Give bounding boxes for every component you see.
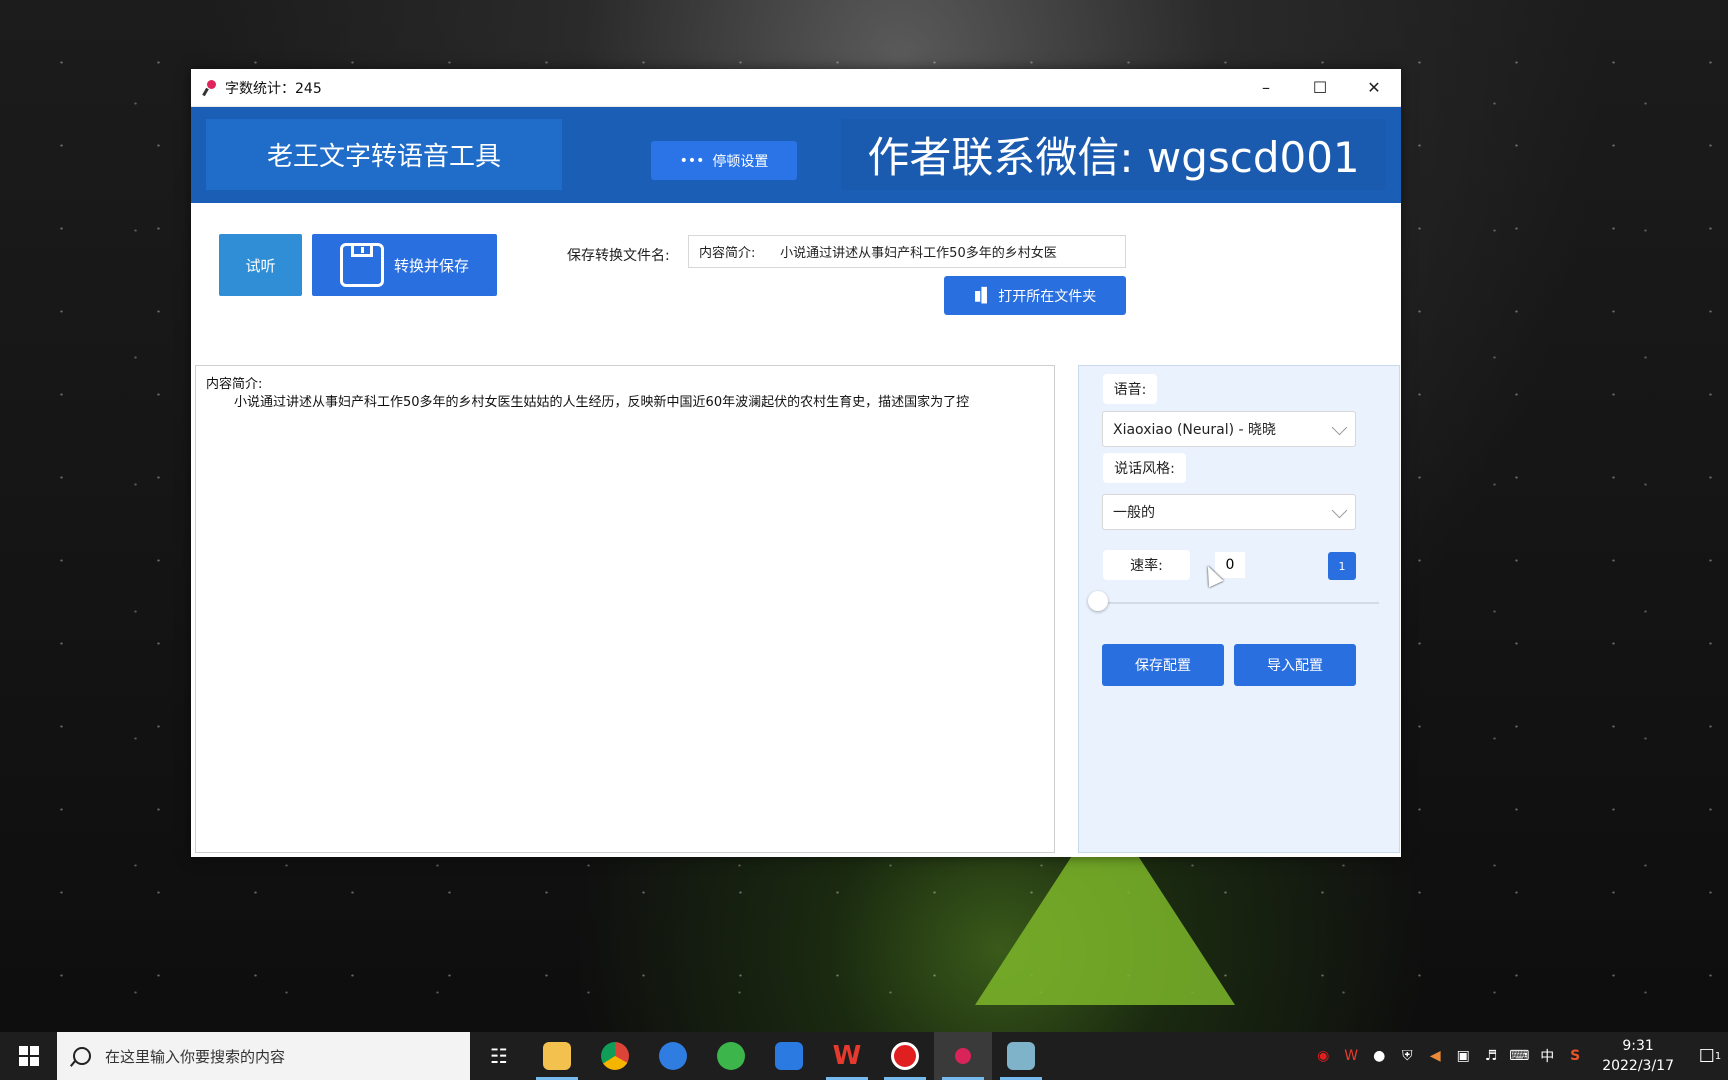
editor-line-1: 内容简介: [206,377,263,392]
window-title: 字数统计：245 [225,80,322,97]
window-controls: – ☐ ✕ [1239,69,1401,106]
author-contact: 作者联系微信: wgscd001 [841,119,1386,190]
style-label: 说话风格: [1103,453,1186,483]
notification-count: 1 [1714,1050,1722,1062]
microphone-tray-icon[interactable]: ● [1370,1047,1388,1065]
keyboard-icon[interactable]: ⌨ [1509,1047,1529,1065]
task-view-icon[interactable]: ☷ [470,1032,528,1080]
style-select[interactable]: 一般的 [1102,494,1356,530]
search-placeholder: 在这里输入你要搜索的内容 [105,1047,286,1066]
windows-logo-icon [18,1046,39,1066]
open-folder-label: 打开所在文件夹 [998,288,1097,305]
browser-e-icon[interactable] [702,1032,760,1080]
taskbar: 在这里输入你要搜索的内容 ☷ W ◉ W ● ⛨ ◀ ▣ ♬ ⌨ 中 S 9:3… [0,1032,1728,1080]
floppy-disk-icon [340,243,384,287]
voice-label: 语音: [1103,374,1157,404]
notification-icon[interactable]: ☐ 1 [1692,1032,1728,1080]
speaker-muted-icon[interactable]: ◀ [1426,1047,1444,1065]
network-icon[interactable]: ▣ [1454,1047,1472,1065]
save-config-button[interactable]: 保存配置 [1102,644,1224,686]
chrome-icon[interactable] [586,1032,644,1080]
voice-select[interactable]: Xiaoxiao (Neural) - 晓晓 [1102,411,1356,447]
wps-tray-icon[interactable]: W [1342,1047,1360,1065]
listen-button[interactable]: 试听 [219,234,302,296]
rate-reset-button[interactable]: 1 [1328,552,1356,580]
file-explorer-icon[interactable] [528,1032,586,1080]
clock-time: 9:31 [1622,1038,1654,1054]
voice-select-value: Xiaoxiao (Neural) - 晓晓 [1113,422,1277,438]
chevron-down-icon [1331,502,1348,519]
start-button[interactable] [0,1032,57,1080]
clock[interactable]: 9:31 2022/3/17 [1602,1036,1674,1076]
volume-icon[interactable]: ♬ [1482,1047,1500,1065]
title-bar[interactable]: 字数统计：245 – ☐ ✕ [191,69,1401,107]
rate-slider-track[interactable] [1097,602,1379,604]
app-title: 老王文字转语音工具 [206,119,562,190]
notebook-icon[interactable] [992,1032,1050,1080]
ime-indicator[interactable]: 中 [1538,1047,1556,1065]
rate-label: 速率: [1103,550,1190,580]
maximize-button[interactable]: ☐ [1293,69,1347,106]
editor-line-2: 小说通过讲述从事妇产科工作50多年的乡村女医生姑姑的人生经历，反映新中国近60年… [234,395,970,410]
settings-panel: 语音: Xiaoxiao (Neural) - 晓晓 说话风格: 一般的 速率:… [1078,365,1400,853]
microphone-icon [201,79,217,96]
tts-app-icon[interactable] [934,1032,992,1080]
app-window: 字数统计：245 – ☐ ✕ 老王文字转语音工具 ••• 停顿设置 作者联系微信… [191,69,1401,857]
browser-bird-icon[interactable] [644,1032,702,1080]
close-button[interactable]: ✕ [1347,69,1401,106]
import-config-button[interactable]: 导入配置 [1234,644,1356,686]
text-editor[interactable]: 内容简介: 小说通过讲述从事妇产科工作50多年的乡村女医生姑姑的人生经历，反映新… [195,365,1055,853]
feishu-icon[interactable] [760,1032,818,1080]
style-select-value: 一般的 [1113,505,1155,521]
header-banner: 老王文字转语音工具 ••• 停顿设置 作者联系微信: wgscd001 [191,107,1401,203]
clock-date: 2022/3/17 [1602,1058,1674,1074]
record-tray-icon[interactable]: ◉ [1314,1047,1332,1065]
taskbar-search[interactable]: 在这里输入你要搜索的内容 [57,1032,470,1080]
security-tray-icon[interactable]: ⛨ [1398,1047,1416,1065]
pause-settings-button[interactable]: ••• 停顿设置 [651,141,797,180]
wps-icon[interactable]: W [818,1032,876,1080]
more-dots-icon: ••• [679,152,705,169]
record-icon[interactable] [876,1032,934,1080]
filename-input[interactable]: 内容简介: 小说通过讲述从事妇产科工作50多年的乡村女医 [688,235,1126,268]
bar-chart-icon: ▮▌ [973,287,993,304]
rate-slider-thumb[interactable] [1088,591,1108,611]
sogou-ime-icon[interactable]: S [1566,1047,1584,1065]
convert-save-label: 转换并保存 [394,256,470,275]
open-folder-button[interactable]: ▮▌ 打开所在文件夹 [944,276,1126,315]
convert-save-button[interactable]: 转换并保存 [312,234,497,296]
system-tray: ◉ W ● ⛨ ◀ ▣ ♬ ⌨ 中 S 9:31 2022/3/17 ☐ 1 [1314,1032,1728,1080]
save-filename-label: 保存转换文件名: [567,248,670,264]
chevron-down-icon [1331,419,1348,436]
minimize-button[interactable]: – [1239,69,1293,106]
search-icon [73,1047,91,1065]
pause-settings-label: 停顿设置 [712,153,769,170]
